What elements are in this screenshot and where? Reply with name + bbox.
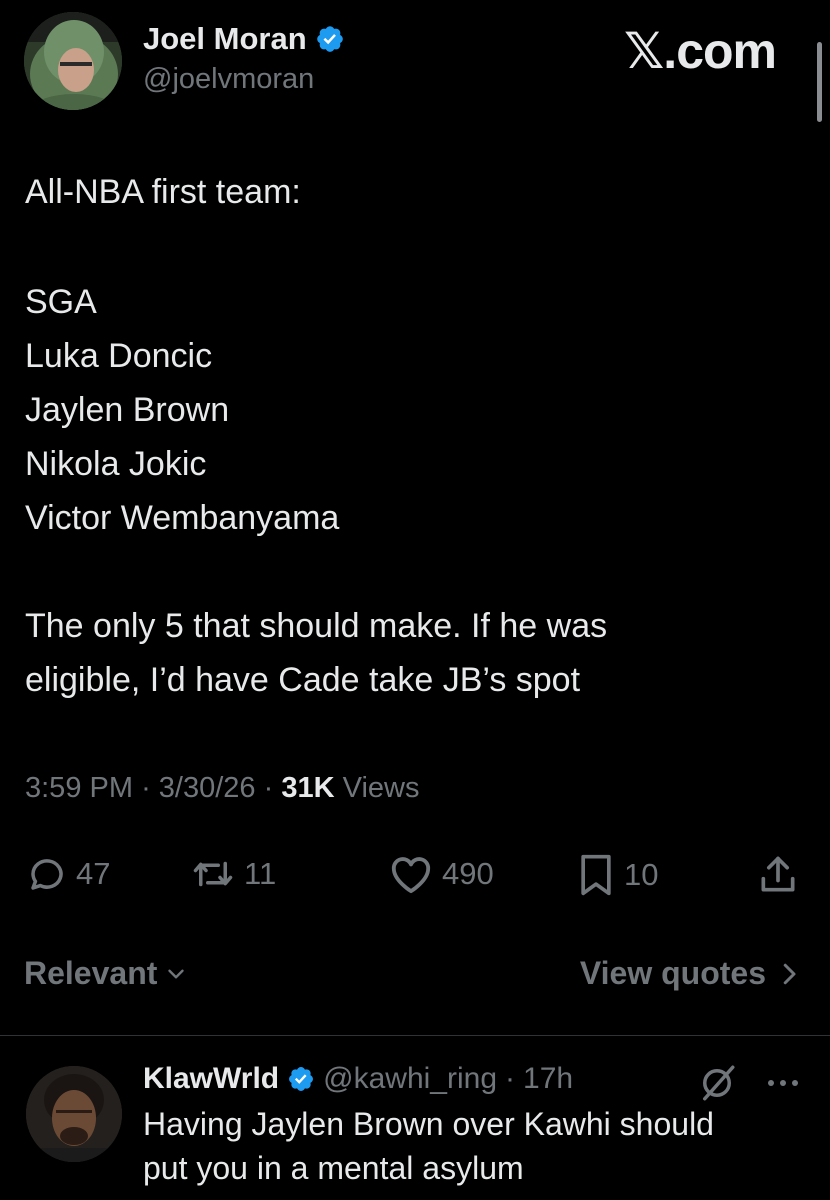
tweet-meta: 3:59 PM · 3/30/26 · 31K Views (25, 772, 419, 805)
watermark-suffix: .com (663, 23, 777, 79)
player-line: Victor Wembanyama (25, 499, 340, 537)
sort-dropdown[interactable]: Relevant (24, 955, 189, 992)
views-label: Views (342, 772, 420, 804)
meta-separator: · (263, 772, 274, 804)
reply-text-line-2: put you in a mental asylum (143, 1150, 524, 1186)
player-line: Jaylen Brown (25, 391, 230, 429)
author-handle[interactable]: @joelvmoran (143, 63, 314, 96)
reply-header: KlawWrld @kawhi_ring · 17h (143, 1062, 573, 1096)
grok-icon (703, 1065, 735, 1101)
like-button[interactable]: 490 (388, 853, 494, 895)
tweet-date[interactable]: 3/30/26 (159, 772, 256, 804)
author-avatar-image (24, 12, 122, 110)
repost-button[interactable]: 11 (190, 853, 276, 895)
bookmark-icon (581, 854, 611, 896)
player-line: SGA (25, 283, 97, 321)
x-logo: 𝕏 (624, 22, 664, 80)
grok-button[interactable] (696, 1062, 738, 1109)
scrollbar[interactable] (817, 42, 822, 122)
repost-icon (193, 861, 233, 887)
sort-label: Relevant (24, 955, 158, 991)
share-icon (761, 856, 795, 892)
tweet-time[interactable]: 3:59 PM (25, 772, 133, 804)
player-line: Nikola Jokic (25, 445, 207, 483)
more-dots-icon (768, 1080, 798, 1086)
share-button[interactable] (756, 853, 800, 902)
verified-badge-icon (316, 26, 343, 52)
reply-text-line-1: Having Jaylen Brown over Kawhi should (143, 1106, 714, 1142)
reply-count: 47 (76, 856, 111, 891)
tweet-closing-line-1: The only 5 that should make. If he was (25, 607, 608, 645)
tweet-closing-line-2: eligible, I’d have Cade take JB’s spot (25, 661, 581, 699)
reply-author-name[interactable]: KlawWrld (143, 1062, 279, 1096)
views-count: 31K (281, 772, 335, 804)
like-count: 490 (442, 856, 494, 891)
heart-icon (391, 857, 431, 894)
reply-button[interactable]: 47 (26, 853, 110, 895)
view-quotes-link[interactable]: View quotes (580, 955, 798, 992)
more-options-button[interactable] (765, 1076, 805, 1094)
reply-separator: · (505, 1062, 516, 1095)
section-divider (0, 1035, 830, 1036)
author-name-row[interactable]: Joel Moran (143, 21, 345, 57)
reply-author-avatar[interactable] (26, 1066, 122, 1162)
bookmark-button[interactable]: 10 (576, 853, 658, 897)
repost-count: 11 (244, 856, 277, 891)
chevron-down-icon (168, 969, 185, 978)
author-display-name[interactable]: Joel Moran (143, 21, 307, 57)
bookmark-count: 10 (624, 857, 659, 892)
reply-avatar-image (26, 1066, 122, 1162)
tweet-intro: All-NBA first team: (25, 173, 301, 211)
meta-separator: · (141, 772, 151, 804)
chevron-right-icon (783, 963, 796, 984)
view-quotes-label: View quotes (579, 955, 766, 991)
x-com-watermark: 𝕏.com (624, 22, 777, 80)
reply-age[interactable]: 17h (523, 1062, 573, 1096)
player-line: Luka Doncic (25, 337, 213, 375)
reply-bubble-icon (31, 859, 63, 890)
verified-badge-icon (289, 1067, 314, 1091)
reply-author-handle[interactable]: @kawhi_ring (323, 1062, 497, 1096)
author-avatar[interactable] (24, 12, 122, 110)
